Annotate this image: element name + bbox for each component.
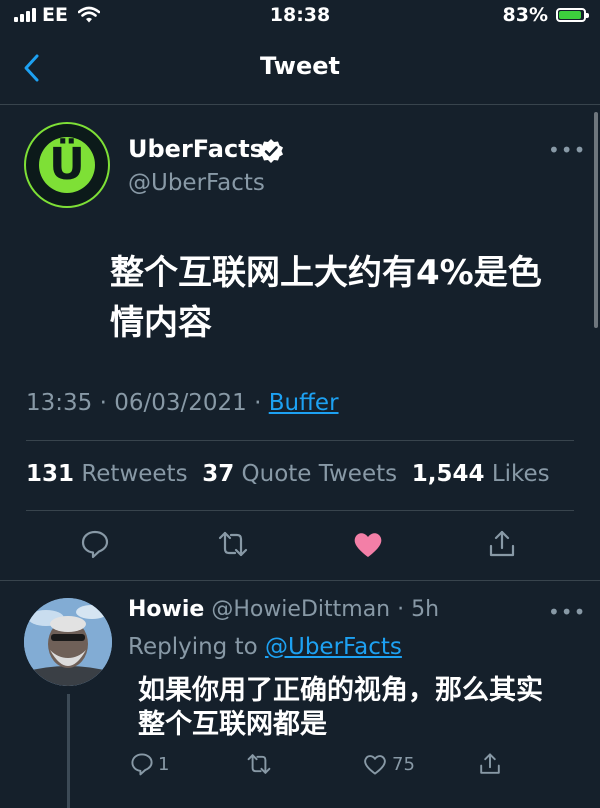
reply-retweet-action[interactable] — [246, 752, 272, 776]
avatar-logo: Ü — [39, 137, 95, 193]
reply-time: · 5h — [397, 597, 440, 622]
avatar-photo — [24, 598, 112, 686]
tweet-stats: 131 Retweets 37 Quote Tweets 1,544 Likes — [26, 461, 550, 487]
replying-to-link[interactable]: @UberFacts — [265, 634, 402, 660]
header-divider — [0, 104, 600, 105]
scrollbar[interactable] — [594, 112, 598, 328]
battery-percent: 83% — [502, 4, 548, 26]
reply-icon[interactable] — [80, 529, 110, 559]
like-icon[interactable] — [352, 529, 384, 559]
replying-to: Replying to @UberFacts — [128, 634, 402, 660]
tweet-source-link[interactable]: Buffer — [269, 390, 339, 416]
page-title: Tweet — [260, 52, 340, 80]
retweet-icon — [247, 754, 271, 774]
reply-icon — [131, 753, 153, 776]
tweet-meta: 13:35 · 06/03/2021 · Buffer — [26, 390, 339, 416]
avatar[interactable]: Ü — [24, 122, 110, 208]
reply-reply-action[interactable]: 1 — [130, 752, 169, 776]
reply-count: 1 — [158, 753, 170, 775]
verified-badge-icon — [259, 139, 283, 163]
author-handle[interactable]: @UberFacts — [128, 170, 265, 196]
stats-divider-top — [26, 440, 574, 441]
reply-author-handle[interactable]: @HowieDittman — [211, 597, 390, 622]
reply-text: 如果你用了正确的视角，那么其实整个互联网都是 — [138, 675, 543, 740]
more-options-icon[interactable]: ••• — [548, 138, 586, 162]
reply-header: Howie @HowieDittman · 5h — [128, 597, 439, 622]
thread-line — [67, 694, 70, 808]
battery-icon — [556, 8, 589, 22]
retweet-icon[interactable] — [217, 529, 249, 559]
author-name[interactable]: UberFacts — [128, 135, 264, 163]
reply-like-action[interactable]: 75 — [362, 752, 415, 776]
tweet-text: 整个互联网上大约有4%是色情内容 — [110, 253, 542, 343]
share-icon — [480, 753, 500, 774]
reply-author-name[interactable]: Howie — [128, 597, 204, 622]
share-icon[interactable] — [487, 529, 517, 559]
like-outline-icon — [364, 755, 386, 775]
reply-share-action[interactable] — [478, 752, 502, 776]
reply-divider — [0, 580, 600, 581]
tweet-timestamp: 13:35 · 06/03/2021 · — [26, 390, 269, 416]
reply-like-count: 75 — [392, 753, 415, 775]
stats-divider-bottom — [26, 510, 574, 511]
likes-stat[interactable]: 1,544 Likes — [412, 461, 550, 487]
status-bar: EE 18:38 83% — [0, 0, 600, 36]
quote-tweets-stat[interactable]: 37 Quote Tweets — [202, 461, 397, 487]
reply-avatar[interactable] — [24, 598, 112, 686]
reply-more-options-icon[interactable]: ••• — [548, 600, 586, 624]
retweets-stat[interactable]: 131 Retweets — [26, 461, 188, 487]
